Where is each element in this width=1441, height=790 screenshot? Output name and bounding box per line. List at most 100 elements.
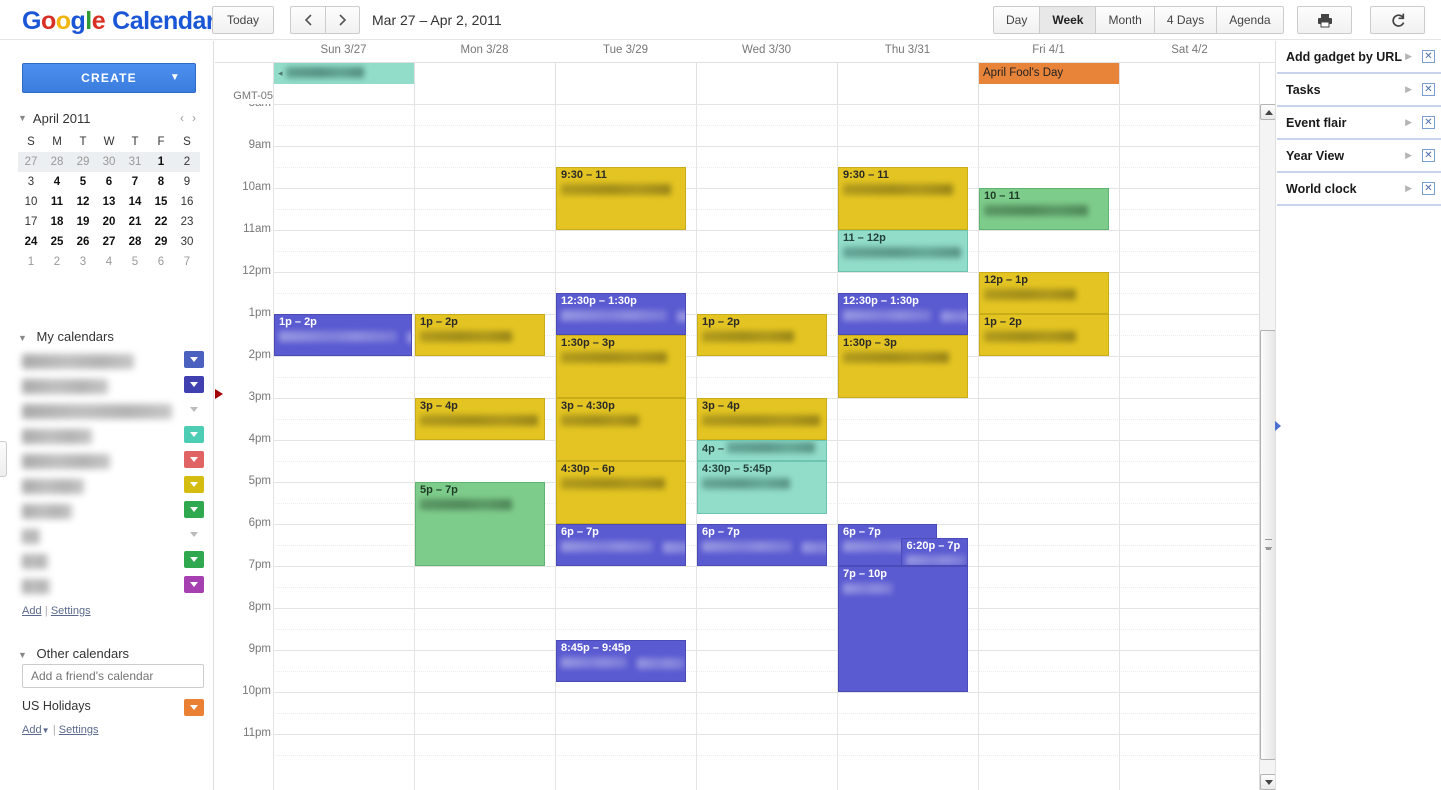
mini-calendar-day[interactable]: 5 <box>70 172 96 192</box>
other-calendars-settings-link[interactable]: Settings <box>59 724 99 736</box>
gadget-row-2[interactable]: Event flair ▶ ✕ <box>1277 107 1441 140</box>
close-icon[interactable]: ✕ <box>1422 116 1435 129</box>
mini-calendar-day[interactable]: 13 <box>96 192 122 212</box>
calendar-event[interactable]: 3p – 4:30p <box>556 398 686 461</box>
mini-calendar-day[interactable]: 4 <box>96 252 122 272</box>
refresh-button[interactable] <box>1370 6 1425 34</box>
calendar-color-dropdown[interactable] <box>184 351 204 368</box>
my-calendar-row[interactable] <box>22 576 204 601</box>
calendar-event[interactable]: 3p – 4p <box>415 398 545 440</box>
calendar-event[interactable]: 3p – 4p <box>697 398 827 440</box>
my-calendar-row[interactable] <box>22 351 204 376</box>
calendar-event[interactable]: 7p – 10p <box>838 566 968 692</box>
all-day-cell-5[interactable]: April Fool's Day <box>978 63 1119 105</box>
my-calendar-row[interactable] <box>22 426 204 451</box>
close-icon[interactable]: ✕ <box>1422 149 1435 162</box>
calendar-event[interactable]: 10 – 11 <box>979 188 1109 230</box>
calendar-event[interactable]: 6p – 7p <box>697 524 827 566</box>
my-calendars-add-link[interactable]: Add <box>22 605 42 617</box>
calendar-event[interactable]: 9:30 – 11 <box>838 167 968 230</box>
calendar-event[interactable]: 6:20p – 7p <box>901 537 968 566</box>
mini-calendar-day[interactable]: 6 <box>96 172 122 192</box>
all-day-cell-1[interactable] <box>414 63 555 105</box>
calendar-color-dropdown[interactable] <box>184 699 204 716</box>
view-tab-4days[interactable]: 4 Days <box>1153 6 1217 34</box>
my-calendar-row[interactable] <box>22 526 204 551</box>
other-calendars-header[interactable]: ▼ Other calendars <box>18 646 129 661</box>
next-week-button[interactable] <box>325 6 360 34</box>
my-calendar-row[interactable] <box>22 551 204 576</box>
mini-calendar-day[interactable]: 27 <box>96 232 122 252</box>
all-day-event[interactable]: ◂ <box>274 63 414 84</box>
previous-week-button[interactable] <box>290 6 325 34</box>
calendar-color-dropdown[interactable] <box>184 551 204 568</box>
mini-calendar-prev[interactable]: ‹ <box>176 111 188 125</box>
mini-calendar-day[interactable]: 21 <box>122 212 148 232</box>
mini-calendar-day[interactable]: 29 <box>70 152 96 172</box>
calendar-event[interactable]: 1p – 2p <box>274 314 413 356</box>
calendar-color-dropdown[interactable] <box>184 426 204 443</box>
calendar-color-dropdown[interactable] <box>184 576 204 593</box>
close-icon[interactable]: ✕ <box>1422 50 1435 63</box>
calendar-color-dropdown[interactable] <box>184 476 204 493</box>
close-icon[interactable]: ✕ <box>1422 83 1435 96</box>
calendar-event[interactable]: 1:30p – 3p <box>838 335 968 398</box>
print-button[interactable] <box>1297 6 1352 34</box>
scrollbar-thumb[interactable] <box>1260 330 1275 760</box>
mini-calendar-day[interactable]: 9 <box>174 172 200 192</box>
gadget-row-3[interactable]: Year View ▶ ✕ <box>1277 140 1441 173</box>
mini-calendar-day[interactable]: 2 <box>174 152 200 172</box>
chevron-right-icon[interactable]: ▶ <box>1405 117 1412 128</box>
gadget-row-1[interactable]: Tasks ▶ ✕ <box>1277 74 1441 107</box>
mini-calendar-day[interactable]: 14 <box>122 192 148 212</box>
scroll-up-button[interactable] <box>1260 104 1275 120</box>
day-header-4[interactable]: Thu 3/31 <box>837 44 978 60</box>
calendar-color-dropdown[interactable] <box>184 376 204 393</box>
view-tab-week[interactable]: Week <box>1039 6 1096 34</box>
view-tab-agenda[interactable]: Agenda <box>1216 6 1284 34</box>
calendar-event[interactable]: 4p – <box>697 440 827 461</box>
gadget-row-0[interactable]: Add gadget by URL ▶ ✕ <box>1277 41 1441 74</box>
mini-calendar-day[interactable]: 5 <box>122 252 148 272</box>
mini-calendar-day[interactable]: 26 <box>70 232 96 252</box>
mini-calendar-day[interactable]: 10 <box>18 192 44 212</box>
chevron-right-icon[interactable]: ▶ <box>1405 183 1412 194</box>
mini-calendar-day[interactable]: 30 <box>96 152 122 172</box>
calendar-event[interactable]: 1p – 2p <box>415 314 545 356</box>
gadget-row-4[interactable]: World clock ▶ ✕ <box>1277 173 1441 206</box>
calendar-event[interactable]: 5p – 7p <box>415 482 545 566</box>
all-day-cell-6[interactable] <box>1119 63 1260 105</box>
mini-calendar-day[interactable]: 7 <box>174 252 200 272</box>
all-day-cell-3[interactable] <box>696 63 837 105</box>
day-header-2[interactable]: Tue 3/29 <box>555 44 696 60</box>
scroll-down-button[interactable] <box>1260 774 1275 790</box>
calendar-event[interactable]: 11 – 12p <box>838 230 968 272</box>
mini-calendar-day[interactable]: 17 <box>18 212 44 232</box>
add-friend-calendar-input[interactable] <box>22 664 204 688</box>
mini-calendar-day[interactable]: 29 <box>148 232 174 252</box>
mini-calendar-day[interactable]: 23 <box>174 212 200 232</box>
calendar-event[interactable]: 9:30 – 11 <box>556 167 686 230</box>
my-calendar-row[interactable] <box>22 451 204 476</box>
calendar-event[interactable]: 4:30p – 5:45p <box>697 461 827 514</box>
calendar-event[interactable]: 6p – 7p <box>556 524 686 566</box>
today-button[interactable]: Today <box>212 6 274 34</box>
all-day-cell-2[interactable] <box>555 63 696 105</box>
my-calendars-settings-link[interactable]: Settings <box>51 605 91 617</box>
mini-calendar-day[interactable]: 28 <box>44 152 70 172</box>
calendar-event[interactable]: 1p – 2p <box>979 314 1109 356</box>
mini-calendar-day[interactable]: 20 <box>96 212 122 232</box>
mini-calendar-day[interactable]: 16 <box>174 192 200 212</box>
mini-calendar-day[interactable]: 25 <box>44 232 70 252</box>
my-calendar-row[interactable] <box>22 501 204 526</box>
mini-calendar-next[interactable]: › <box>188 111 200 125</box>
mini-calendar-day[interactable]: 11 <box>44 192 70 212</box>
chevron-right-icon[interactable]: ▶ <box>1405 84 1412 95</box>
gadgets-panel-collapse-handle[interactable] <box>1274 419 1282 433</box>
mini-calendar-day[interactable]: 31 <box>122 152 148 172</box>
calendar-event[interactable]: 12:30p – 1:30p <box>838 293 968 335</box>
mini-calendar-day[interactable]: 8 <box>148 172 174 192</box>
chevron-right-icon[interactable]: ▶ <box>1405 150 1412 161</box>
mini-calendar-day[interactable]: 15 <box>148 192 174 212</box>
other-calendar-row[interactable]: US Holidays <box>22 699 204 719</box>
